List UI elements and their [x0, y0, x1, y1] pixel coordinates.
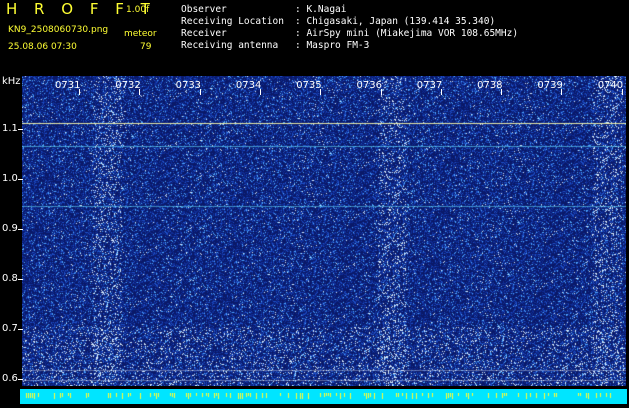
- version-label: 1.00f: [126, 5, 150, 15]
- spectrogram-canvas: [22, 76, 626, 386]
- freq-tick-label: 1.1: [2, 123, 18, 134]
- time-tick-mark: [501, 89, 503, 95]
- antenna-value: : Maspro FM-3: [295, 40, 370, 51]
- freq-tick-mark: [18, 279, 23, 280]
- observer-key: Observer: [181, 4, 227, 15]
- time-tick-mark: [621, 89, 623, 95]
- time-tick-label: 0739: [537, 80, 563, 91]
- time-tick-mark: [320, 89, 322, 95]
- freq-tick-mark: [18, 379, 23, 380]
- header-panel: H R O F F T 1.00f KN9_2508060730.png met…: [0, 0, 629, 74]
- freq-tick-mark: [18, 329, 23, 330]
- time-tick-label: 0733: [175, 80, 202, 91]
- location-value: : Chigasaki, Japan (139.414 35.340): [295, 16, 496, 27]
- receiver-value: : AirSpy mini (Miakejima VOR 108.65MHz): [295, 28, 519, 39]
- time-tick-label: 0732: [115, 80, 141, 91]
- band-canvas: [20, 393, 627, 404]
- freq-tick-mark: [18, 229, 23, 230]
- filename-label: KN9_2508060730.png: [8, 25, 109, 35]
- freq-tick-label: 0.6: [2, 373, 18, 384]
- count-label: 79: [140, 42, 152, 52]
- location-key: Receiving Location: [181, 16, 284, 27]
- time-tick-label: 0735: [296, 80, 322, 91]
- unit-label: kHz: [2, 76, 21, 87]
- time-tick-label: 0731: [55, 80, 81, 91]
- time-tick-mark: [561, 89, 563, 95]
- time-tick-mark: [380, 89, 382, 95]
- meteor-counter-band: [20, 389, 627, 404]
- time-tick-mark: [259, 89, 261, 95]
- freq-tick-label: 0.9: [2, 223, 18, 234]
- antenna-key: Receiving antenna: [181, 40, 279, 51]
- receiver-key: Receiver: [181, 28, 227, 39]
- mode-label: meteor: [124, 29, 157, 39]
- time-tick-mark: [440, 89, 442, 95]
- spectrogram[interactable]: [22, 76, 626, 386]
- time-tick-label: 0736: [356, 80, 382, 91]
- time-tick-label: 0740: [597, 80, 624, 91]
- time-tick-mark: [199, 89, 201, 95]
- freq-tick-label: 1.0: [2, 173, 18, 184]
- datetime-label: 25.08.06 07:30: [8, 42, 77, 52]
- time-tick-label: 0737: [416, 80, 443, 91]
- freq-tick-mark: [18, 179, 23, 180]
- freq-tick-label: 0.7: [2, 323, 18, 334]
- freq-tick-label: 0.8: [2, 273, 18, 284]
- time-tick-label: 0738: [477, 80, 503, 91]
- time-tick-mark: [139, 89, 141, 95]
- freq-tick-mark: [18, 129, 23, 130]
- time-tick-label: 0734: [235, 80, 262, 91]
- time-tick-mark: [79, 89, 80, 95]
- observer-value: : K.Nagai: [295, 4, 347, 15]
